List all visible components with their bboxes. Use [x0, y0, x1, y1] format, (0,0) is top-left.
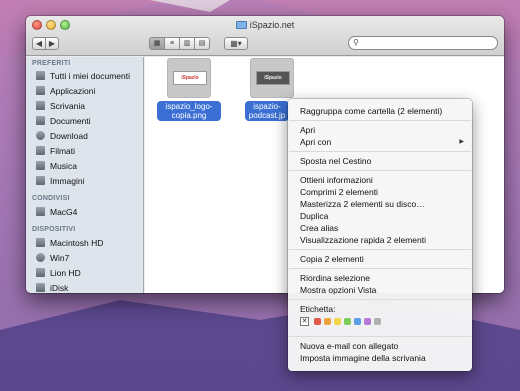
- sidebar-item-pictures[interactable]: Immagini: [36, 175, 84, 187]
- pictures-icon: [36, 176, 45, 185]
- sidebar-item-macintosh-hd[interactable]: Macintosh HD: [36, 237, 103, 249]
- search-icon: ⚲: [353, 38, 359, 47]
- menu-item-new-email-attachment[interactable]: Nuova e-mail con allegato: [300, 340, 398, 352]
- label-orange[interactable]: [324, 318, 331, 325]
- menu-label-heading: Etichetta:: [300, 304, 336, 314]
- sidebar-item-lion-hd[interactable]: Lion HD: [36, 267, 81, 279]
- file-name-label[interactable]: ispazio-podcast.jp: [245, 101, 289, 121]
- menu-separator: [289, 120, 471, 121]
- sidebar-item-all-files[interactable]: Tutti i miei documenti: [36, 70, 130, 82]
- sidebar-item-desktop[interactable]: Scrivania: [36, 100, 85, 112]
- menu-separator: [289, 268, 471, 269]
- menu-item-show-view-options[interactable]: Mostra opzioni Vista: [300, 284, 376, 296]
- column-view-button[interactable]: ▥: [179, 37, 195, 50]
- back-button[interactable]: ◀: [32, 37, 46, 50]
- folder-icon: [235, 21, 247, 29]
- sidebar-item-applications[interactable]: Applicazioni: [36, 85, 95, 97]
- label-green[interactable]: [344, 318, 351, 325]
- file-thumbnail[interactable]: iSpazio: [167, 58, 211, 98]
- sidebar-item-macg4[interactable]: MacG4: [36, 206, 77, 218]
- file-thumbnail-image: iSpazio: [256, 71, 290, 85]
- sidebar-item-movies[interactable]: Filmati: [36, 145, 75, 157]
- submenu-arrow-icon: ▶: [459, 139, 464, 145]
- menu-item-set-desktop-picture[interactable]: Imposta immagine della scrivania: [300, 352, 426, 364]
- file-thumbnail-image: iSpazio: [173, 71, 207, 85]
- label-gray[interactable]: [374, 318, 381, 325]
- label-red[interactable]: [314, 318, 321, 325]
- menu-item-duplicate[interactable]: Duplica: [300, 210, 328, 222]
- menu-item-compress[interactable]: Comprimi 2 elementi: [300, 186, 378, 198]
- menu-item-clean-up-selection[interactable]: Riordina selezione: [300, 272, 370, 284]
- titlebar[interactable]: iSpazio.net ◀ ▶ ▦ ≡ ▥ ▤ ▦▾ ⚲: [26, 16, 504, 56]
- menu-item-get-info[interactable]: Ottieni informazioni: [300, 174, 373, 186]
- menu-item-burn[interactable]: Masterizza 2 elementi su disco…: [300, 198, 425, 210]
- sidebar-item-idisk[interactable]: iDisk: [36, 282, 68, 293]
- sidebar-header-devices: DISPOSITIVI: [32, 226, 76, 233]
- menu-separator: [289, 299, 471, 300]
- desktop-icon: [36, 101, 45, 110]
- documents-icon: [36, 116, 45, 125]
- sidebar-item-win7[interactable]: Win7: [36, 252, 69, 264]
- coverflow-view-button[interactable]: ▤: [194, 37, 210, 50]
- menu-item-group-as-folder[interactable]: Raggruppa come cartella (2 elementi): [300, 105, 442, 117]
- network-computer-icon: [36, 207, 45, 216]
- menu-item-quick-look[interactable]: Visualizzazione rapida 2 elementi: [300, 234, 426, 246]
- label-purple[interactable]: [364, 318, 371, 325]
- window-title: iSpazio.net: [26, 20, 504, 30]
- download-icon: [36, 131, 45, 140]
- sidebar-item-music[interactable]: Musica: [36, 160, 77, 172]
- music-icon: [36, 161, 45, 170]
- menu-item-make-alias[interactable]: Crea alias: [300, 222, 338, 234]
- hard-disk-icon: [36, 238, 45, 247]
- file-thumbnail[interactable]: iSpazio: [250, 58, 294, 98]
- list-view-button[interactable]: ≡: [164, 37, 180, 50]
- no-label-icon[interactable]: ✕: [300, 317, 309, 326]
- forward-button[interactable]: ▶: [45, 37, 59, 50]
- menu-separator: [289, 151, 471, 152]
- sidebar-header-shared: CONDIVISI: [32, 195, 70, 202]
- label-yellow[interactable]: [334, 318, 341, 325]
- sidebar-item-documents[interactable]: Documenti: [36, 115, 91, 127]
- context-menu: Raggruppa come cartella (2 elementi) Apr…: [288, 99, 472, 371]
- icon-view-button[interactable]: ▦: [149, 37, 165, 50]
- all-files-icon: [36, 71, 45, 80]
- menu-item-copy[interactable]: Copia 2 elementi: [300, 253, 364, 265]
- movies-icon: [36, 146, 45, 155]
- arrange-button[interactable]: ▦▾: [224, 37, 248, 50]
- menu-separator: [289, 249, 471, 250]
- menu-separator: [289, 170, 471, 171]
- idisk-icon: [36, 283, 45, 292]
- sidebar-header-favorites: PREFERITI: [32, 60, 71, 67]
- label-blue[interactable]: [354, 318, 361, 325]
- menu-item-open-with[interactable]: Apri con: [300, 136, 460, 148]
- sidebar-item-download[interactable]: Download: [36, 130, 88, 142]
- menu-item-open[interactable]: Apri: [300, 124, 315, 136]
- menu-item-move-to-trash[interactable]: Sposta nel Cestino: [300, 155, 371, 167]
- disk-icon: [36, 253, 45, 262]
- file-name-label[interactable]: ispazio_logo-copia.png: [157, 101, 221, 121]
- menu-separator: [289, 336, 471, 337]
- window-title-text: iSpazio.net: [249, 20, 295, 30]
- applications-icon: [36, 86, 45, 95]
- hard-disk-icon: [36, 268, 45, 277]
- sidebar: PREFERITI Tutti i miei documenti Applica…: [26, 57, 144, 293]
- search-field[interactable]: ⚲: [348, 36, 498, 50]
